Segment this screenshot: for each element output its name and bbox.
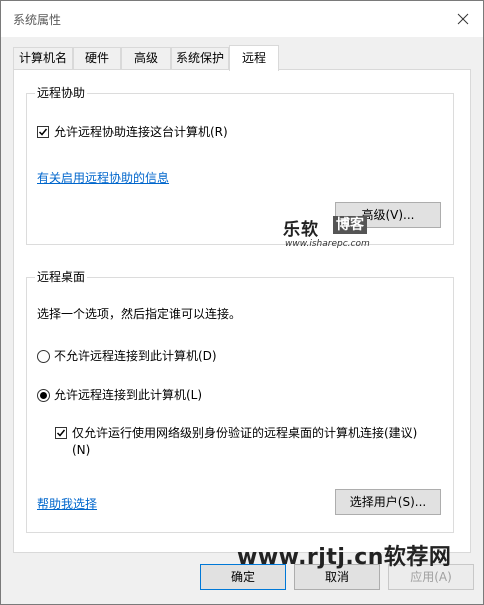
checkmark-icon xyxy=(56,429,66,437)
cancel-button[interactable]: 取消 xyxy=(294,564,380,590)
allow-remote-radio[interactable] xyxy=(37,389,50,402)
radio-selected-dot xyxy=(40,392,47,399)
remote-desktop-instruction: 选择一个选项，然后指定谁可以连接。 xyxy=(37,307,242,321)
tab-strip: 计算机名 硬件 高级 系统保护 远程 xyxy=(13,45,473,71)
allow-remote-assistance-checkbox[interactable] xyxy=(37,126,49,138)
remote-assistance-group: 远程协助 允许远程协助连接这台计算机(R) 有关启用远程协助的信息 高级(V).… xyxy=(26,85,454,245)
ok-button[interactable]: 确定 xyxy=(200,564,286,590)
close-button[interactable] xyxy=(453,9,473,29)
close-icon xyxy=(457,13,469,25)
remote-desktop-group: 远程桌面 选择一个选项，然后指定谁可以连接。 不允许远程连接到此计算机(D) 允… xyxy=(26,269,454,533)
remote-tab-panel: 远程协助 允许远程协助连接这台计算机(R) 有关启用远程协助的信息 高级(V).… xyxy=(13,69,471,553)
tab-system-protection[interactable]: 系统保护 xyxy=(171,47,229,69)
checkmark-icon xyxy=(38,128,48,136)
select-users-button[interactable]: 选择用户(S)... xyxy=(335,489,441,515)
apply-button[interactable]: 应用(A) xyxy=(388,564,474,590)
nla-label-line1[interactable]: 仅允许运行使用网络级别身份验证的远程桌面的计算机连接(建议) xyxy=(72,425,417,441)
help-me-choose-link[interactable]: 帮助我选择 xyxy=(37,496,97,512)
allow-remote-label[interactable]: 允许远程连接到此计算机(L) xyxy=(54,387,202,403)
tab-advanced[interactable]: 高级 xyxy=(121,47,171,69)
tab-hardware[interactable]: 硬件 xyxy=(73,47,121,69)
system-properties-window: 系统属性 计算机名 硬件 高级 系统保护 远程 远程协助 允许远程协助连接这台计… xyxy=(0,0,484,605)
disallow-remote-label[interactable]: 不允许远程连接到此计算机(D) xyxy=(54,348,217,364)
tab-computer-name[interactable]: 计算机名 xyxy=(13,47,73,69)
nla-checkbox[interactable] xyxy=(55,427,67,439)
nla-label-line2[interactable]: (N) xyxy=(72,442,90,458)
allow-remote-assistance-label[interactable]: 允许远程协助连接这台计算机(R) xyxy=(54,124,228,140)
remote-assistance-info-link[interactable]: 有关启用远程协助的信息 xyxy=(37,170,169,186)
title-bar[interactable]: 系统属性 xyxy=(1,1,483,37)
window-title: 系统属性 xyxy=(13,13,62,27)
tab-remote[interactable]: 远程 xyxy=(229,45,279,71)
remote-assistance-legend: 远程协助 xyxy=(35,85,88,101)
remote-desktop-legend: 远程桌面 xyxy=(35,269,88,285)
advanced-button[interactable]: 高级(V)... xyxy=(335,202,441,228)
disallow-remote-radio[interactable] xyxy=(37,350,50,363)
